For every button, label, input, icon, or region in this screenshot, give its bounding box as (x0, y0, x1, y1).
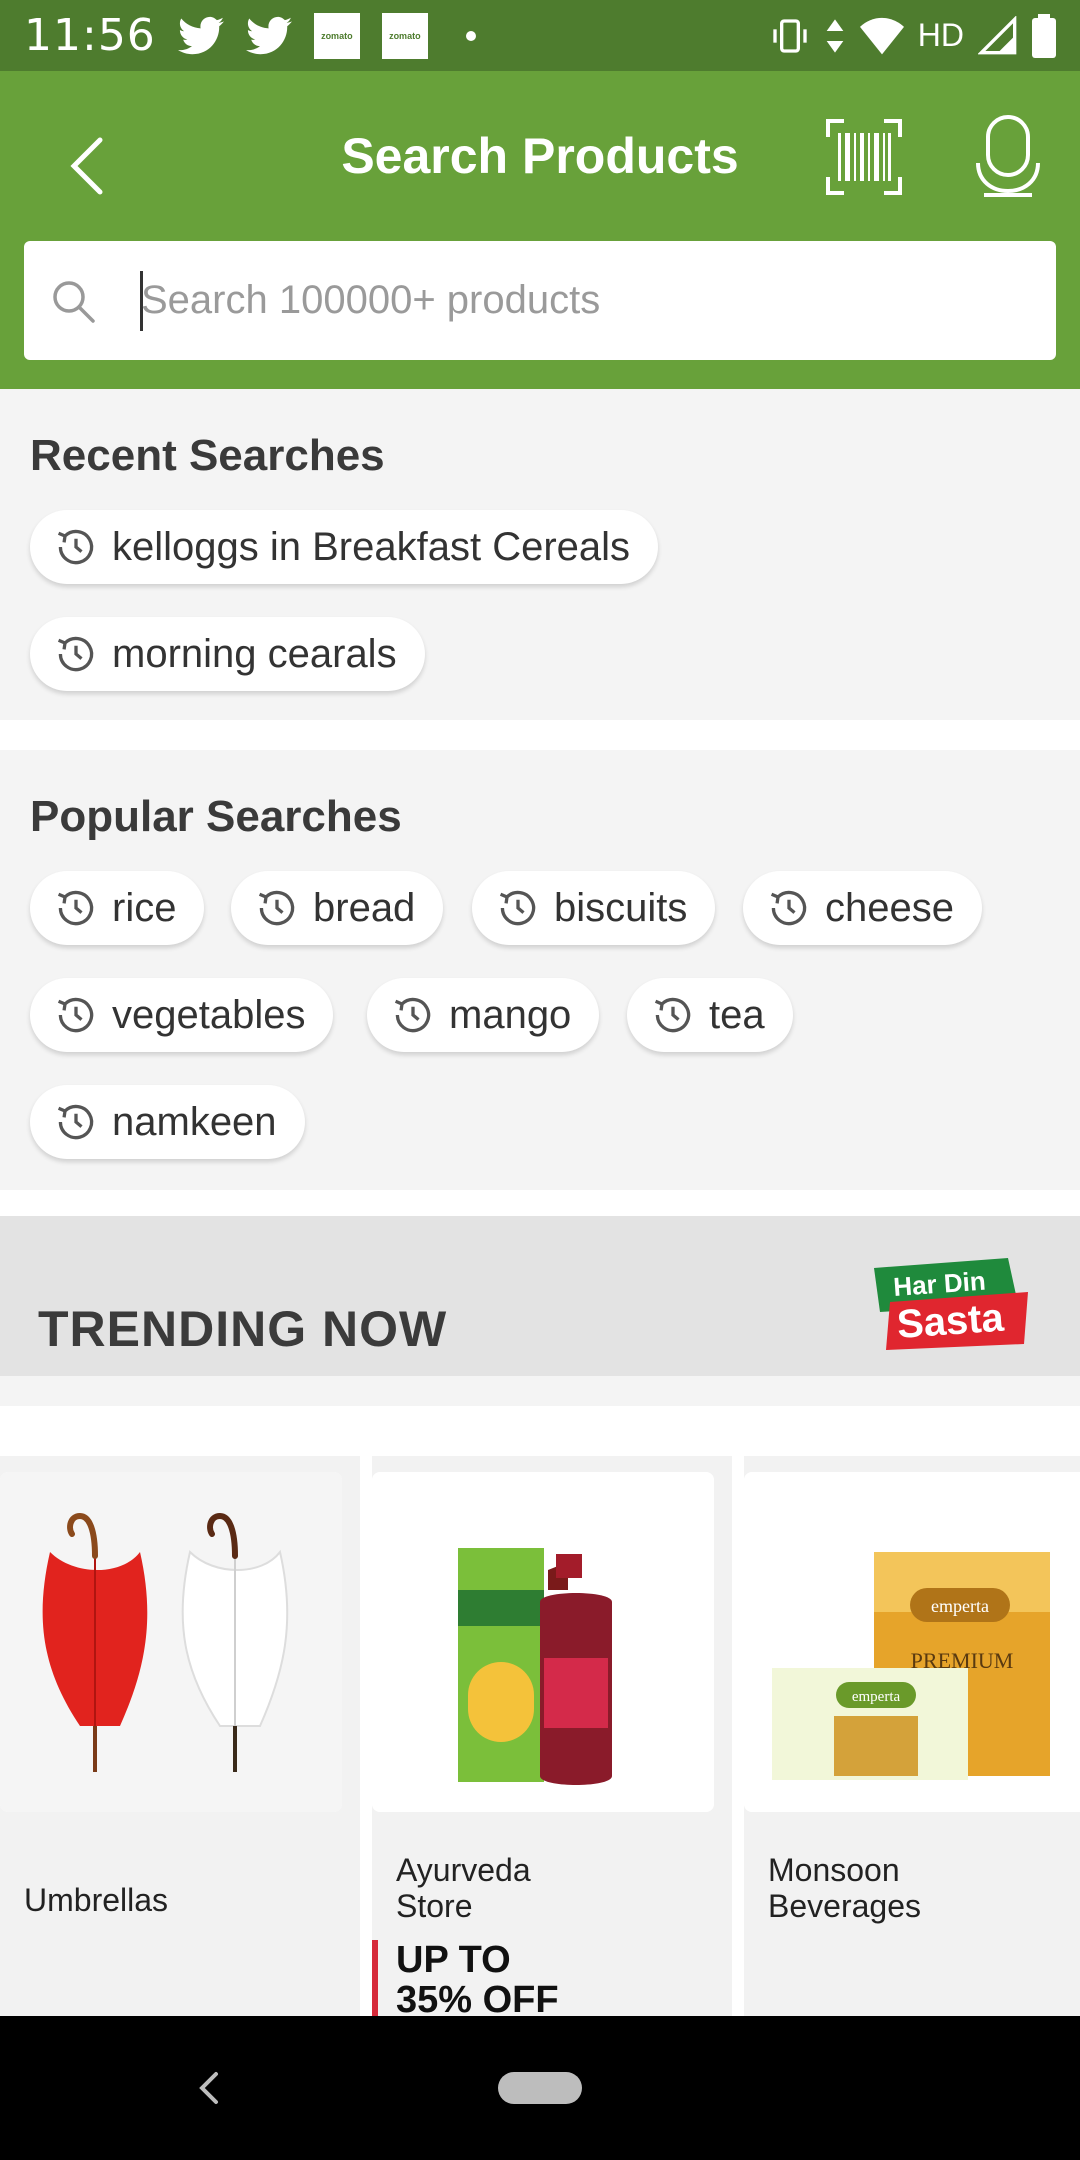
card-label: Monsoon Beverages (768, 1852, 921, 1924)
popular-search-chip[interactable]: rice (30, 871, 205, 945)
data-arrows-icon (826, 18, 844, 53)
history-icon (394, 997, 431, 1033)
status-bar: 11:56 zomato zomato HD (0, 0, 1080, 71)
spacer (0, 1376, 1080, 1406)
battery-icon (1032, 13, 1056, 58)
recent-search-chip[interactable]: kelloggs in Breakfast Cereals (30, 510, 659, 584)
history-icon (654, 997, 691, 1033)
history-icon (499, 890, 536, 926)
recent-searches-title: Recent Searches (30, 431, 385, 480)
har-din-sasta-logo: Har Din Sasta (874, 1258, 1028, 1350)
barcode-scan-icon[interactable] (826, 119, 902, 195)
trending-title: TRENDING NOW (38, 1301, 448, 1357)
logo-line2: Sasta (896, 1296, 1006, 1347)
zomato-label: zomato (321, 30, 353, 41)
trending-card[interactable]: Ayurveda Store UP TO 35% OFF (372, 1456, 732, 2020)
popular-search-label: namkeen (112, 1099, 277, 1144)
brand-text: emperta (931, 1596, 989, 1616)
nav-back-icon[interactable] (190, 2066, 226, 2110)
popular-search-label: cheese (825, 885, 954, 930)
popular-search-label: bread (313, 885, 416, 930)
history-icon (258, 890, 295, 926)
card-image: emperta PREMIUM emperta (744, 1472, 1080, 1812)
status-time: 11:56 (24, 10, 156, 61)
more-notifications-dot (465, 30, 476, 41)
back-arrow-icon[interactable] (60, 126, 120, 206)
recent-search-label: morning cearals (112, 631, 397, 676)
app-bar: Search Products (0, 71, 1080, 389)
nav-home-pill[interactable] (498, 2072, 582, 2104)
trending-card[interactable]: emperta PREMIUM emperta Monsoon Beverage… (744, 1456, 1080, 2016)
search-input[interactable] (141, 278, 941, 323)
popular-search-label: tea (709, 992, 765, 1037)
wifi-icon (859, 17, 904, 54)
popular-search-label: mango (449, 992, 572, 1037)
history-icon (770, 890, 807, 926)
popular-search-label: rice (112, 885, 177, 930)
network-type: HD (917, 17, 964, 53)
popular-search-chip[interactable]: biscuits (472, 871, 716, 945)
recent-searches-section: Recent Searches kelloggs in Breakfast Ce… (0, 389, 1080, 720)
card-label: Umbrellas (24, 1882, 169, 1918)
history-icon (57, 890, 94, 926)
brand-text: emperta (852, 1689, 901, 1705)
tea-products-image: emperta PREMIUM emperta (744, 1472, 1080, 1812)
history-icon (57, 529, 94, 565)
section-divider (0, 720, 1080, 750)
zomato-icon: zomato (381, 12, 428, 59)
trending-cards-row: Umbrellas Ayurveda Store UP TO 35% OFF e… (0, 1456, 1080, 2020)
microphone-icon[interactable] (974, 115, 1042, 197)
trending-card[interactable]: Umbrellas (0, 1456, 360, 2016)
card-image (372, 1472, 714, 1812)
popular-search-chip[interactable]: cheese (743, 871, 982, 945)
zomato-label: zomato (389, 30, 421, 41)
card-label: Ayurveda Store (396, 1852, 531, 1924)
signal-icon (978, 15, 1017, 54)
search-bar[interactable] (24, 241, 1056, 360)
section-divider (0, 1190, 1080, 1216)
offer-badge: UP TO 35% OFF (372, 1940, 592, 2020)
ayurveda-products-image (372, 1472, 714, 1812)
history-icon (57, 636, 94, 672)
twitter-icon (177, 16, 224, 54)
popular-search-chip[interactable]: namkeen (30, 1085, 305, 1159)
status-right: HD (770, 13, 1056, 58)
popular-search-label: vegetables (112, 992, 306, 1037)
system-nav-bar (0, 2016, 1080, 2160)
popular-searches-section: Popular Searches rice bread biscuits che… (0, 750, 1080, 1190)
trending-banner[interactable]: TRENDING NOW Har Din Sasta (0, 1216, 1080, 1376)
popular-search-chip[interactable]: tea (627, 978, 793, 1052)
spacer (0, 1406, 1080, 1456)
zomato-icon: zomato (313, 12, 360, 59)
recent-search-label: kelloggs in Breakfast Cereals (112, 524, 631, 569)
status-left: 11:56 zomato zomato (24, 10, 476, 61)
popular-search-label: biscuits (554, 885, 688, 930)
search-icon (53, 280, 95, 323)
history-icon (57, 997, 94, 1033)
history-icon (57, 1104, 94, 1140)
popular-search-chip[interactable]: vegetables (30, 978, 334, 1052)
popular-searches-title: Popular Searches (30, 792, 402, 841)
popular-search-chip[interactable]: mango (367, 978, 600, 1052)
twitter-icon (245, 16, 292, 54)
vibrate-icon (773, 18, 807, 53)
recent-search-chip[interactable]: morning cearals (30, 617, 425, 691)
page-title: Search Products (341, 128, 739, 184)
popular-search-chip[interactable]: bread (231, 871, 444, 945)
umbrella-image (0, 1472, 342, 1812)
card-image (0, 1472, 342, 1812)
